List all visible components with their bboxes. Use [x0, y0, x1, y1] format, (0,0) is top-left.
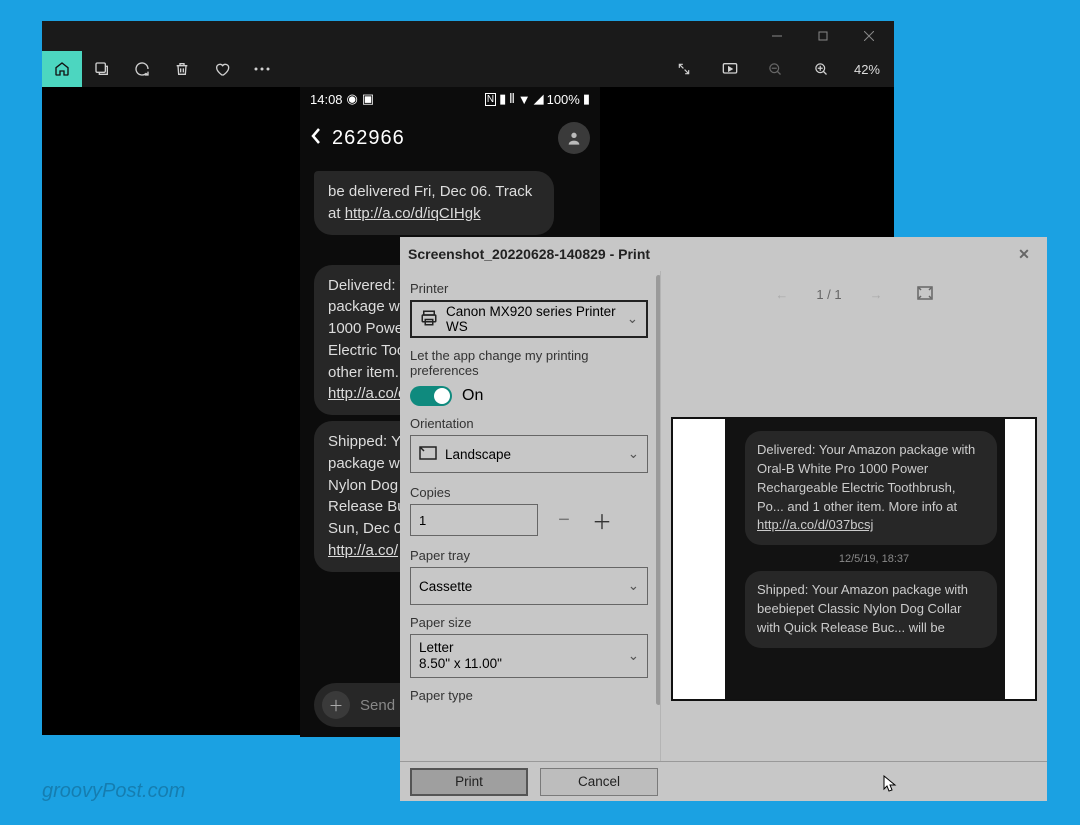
copies-plus[interactable]: ＋	[590, 506, 614, 535]
cancel-button[interactable]: Cancel	[540, 768, 658, 796]
copies-input[interactable]: 1	[410, 504, 538, 536]
preview-timestamp: 12/5/19, 18:37	[741, 553, 1007, 565]
contact-avatar[interactable]	[558, 122, 590, 154]
size-label: Paper size	[410, 615, 648, 630]
cursor-icon	[883, 775, 897, 793]
print-preview-panel: ← 1 / 1 → Delivered: Your Amazon package…	[661, 271, 1047, 761]
fullscreen-icon[interactable]	[664, 51, 704, 87]
next-page-icon[interactable]: →	[870, 287, 883, 302]
copies-minus[interactable]: −	[552, 509, 576, 532]
tray-value: Cassette	[419, 579, 472, 594]
watermark: groovyPost.com	[42, 780, 185, 803]
printer-select[interactable]: Canon MX920 series Printer WS ⌄	[410, 300, 648, 338]
tray-select[interactable]: Cassette ⌄	[410, 567, 648, 605]
orientation-label: Orientation	[410, 416, 648, 431]
print-button[interactable]: Print	[410, 768, 528, 796]
printer-icon	[420, 309, 438, 330]
battery-icon: ▮	[583, 91, 590, 107]
more-icon[interactable]	[242, 51, 282, 87]
prev-page-icon[interactable]: ←	[775, 287, 788, 302]
tray-label: Paper tray	[410, 548, 648, 563]
nfc-icon: N	[485, 93, 496, 106]
favorite-icon[interactable]	[202, 51, 242, 87]
signal-icon: ◢	[534, 91, 544, 107]
preview-message: Delivered: Your Amazon package with Oral…	[745, 431, 997, 545]
slideshow-icon[interactable]	[710, 51, 750, 87]
size-sub: 8.50" x 11.00"	[419, 656, 639, 672]
landscape-icon	[419, 446, 437, 463]
delete-icon[interactable]	[162, 51, 202, 87]
wifi-icon: ▼	[518, 92, 531, 107]
chevron-down-icon: ⌄	[628, 578, 639, 594]
phone-statusbar: 14:08 ◉ ▣ N ▮ ⫴ ▼ ◢ 100% ▮	[300, 87, 600, 111]
track-link[interactable]: http://a.co/	[328, 542, 398, 559]
pref-label: Let the app change my printing preferenc…	[410, 348, 648, 378]
dialog-titlebar: Screenshot_20220628-140829 - Print ✕	[400, 237, 1047, 271]
close-button[interactable]	[846, 21, 892, 51]
viewer-toolbar: 42%	[42, 51, 894, 87]
attach-icon[interactable]: ＋	[322, 691, 350, 719]
notif-icon: ◉	[347, 91, 358, 107]
message-bubble: be delivered Fri, Dec 06. Track at http:…	[314, 171, 554, 235]
toggle-value: On	[462, 387, 483, 405]
phone-time: 14:08	[310, 92, 343, 107]
battery-mini-icon: ▮	[499, 91, 506, 107]
chevron-down-icon: ⌄	[628, 648, 639, 664]
print-options-panel: Printer Canon MX920 series Printer WS ⌄ …	[400, 271, 661, 761]
dialog-title: Screenshot_20220628-140829 - Print	[408, 246, 650, 262]
add-to-icon[interactable]	[82, 51, 122, 87]
orientation-value: Landscape	[445, 447, 511, 462]
back-icon[interactable]	[310, 127, 322, 149]
maximize-button[interactable]	[800, 21, 846, 51]
printer-label: Printer	[410, 281, 648, 296]
size-value: Letter	[419, 640, 639, 656]
copies-label: Copies	[410, 485, 648, 500]
minimize-button[interactable]	[754, 21, 800, 51]
preview-message: Shipped: Your Amazon package with beebie…	[745, 571, 997, 648]
close-icon[interactable]: ✕	[1009, 246, 1039, 263]
window-titlebar	[42, 21, 894, 51]
home-icon[interactable]	[42, 51, 82, 87]
track-link[interactable]: http://a.co/d/iqCIHgk	[345, 205, 481, 222]
preferences-toggle[interactable]	[410, 386, 452, 406]
page-indicator: 1 / 1	[816, 287, 841, 302]
zoom-out-icon[interactable]	[756, 51, 796, 87]
vibrate-icon: ⫴	[509, 91, 514, 107]
chevron-down-icon: ⌄	[627, 311, 638, 327]
conversation-title: 262966	[332, 127, 405, 150]
preview-nav: ← 1 / 1 →	[661, 271, 1047, 317]
orientation-select[interactable]: Landscape ⌄	[410, 435, 648, 473]
type-label: Paper type	[410, 688, 648, 703]
rotate-icon[interactable]	[122, 51, 162, 87]
gallery-icon: ▣	[362, 91, 374, 107]
zoom-in-icon[interactable]	[802, 51, 842, 87]
print-dialog: Screenshot_20220628-140829 - Print ✕ Pri…	[400, 237, 1047, 801]
paper-size-select[interactable]: Letter 8.50" x 11.00" ⌄	[410, 634, 648, 678]
preview-page: Delivered: Your Amazon package with Oral…	[671, 417, 1037, 701]
printer-value: Canon MX920 series Printer WS	[446, 304, 619, 334]
fit-page-icon[interactable]	[917, 286, 933, 303]
chevron-down-icon: ⌄	[628, 446, 639, 462]
phone-battery: 100%	[547, 92, 580, 107]
phone-header: 262966	[300, 111, 600, 165]
dialog-buttons: Print Cancel	[400, 761, 1047, 801]
zoom-level: 42%	[848, 62, 886, 77]
